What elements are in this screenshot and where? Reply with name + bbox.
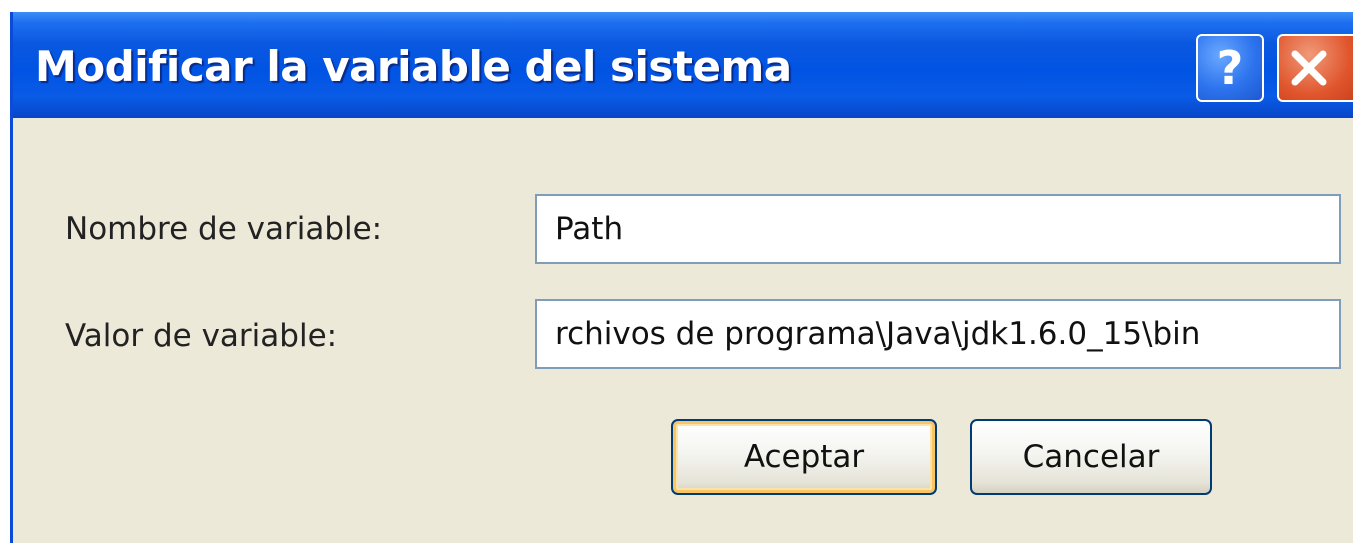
- variable-name-label: Nombre de variable:: [65, 211, 383, 247]
- variable-value-input[interactable]: rchivos de programa\Java\jdk1.6.0_15\bin: [535, 299, 1341, 369]
- help-button[interactable]: ?: [1196, 34, 1264, 102]
- close-button[interactable]: [1277, 34, 1353, 102]
- cancel-button[interactable]: Cancelar: [970, 419, 1212, 495]
- close-x-icon: [1291, 50, 1327, 86]
- variable-name-input[interactable]: Path: [535, 194, 1341, 264]
- help-icon: ?: [1216, 41, 1244, 95]
- accept-button[interactable]: Aceptar: [671, 419, 937, 495]
- variable-value-label: Valor de variable:: [65, 318, 338, 354]
- dialog-window: Modificar la variable del sistema ? Nomb…: [10, 12, 1353, 543]
- window-title: Modificar la variable del sistema: [35, 42, 792, 91]
- title-bar[interactable]: Modificar la variable del sistema ?: [13, 12, 1353, 118]
